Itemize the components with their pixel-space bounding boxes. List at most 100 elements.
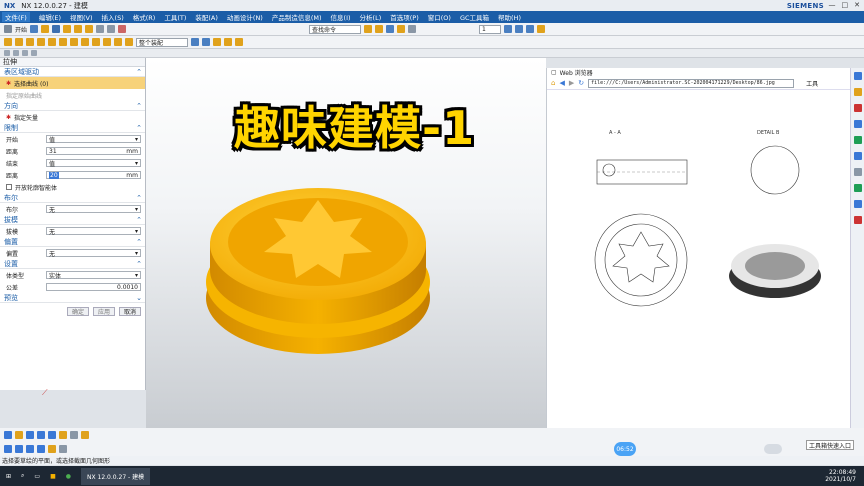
save-icon[interactable] xyxy=(52,25,61,33)
menu-help[interactable]: 帮助(H) xyxy=(498,12,521,22)
revolve-icon[interactable] xyxy=(15,38,23,46)
minimize-icon[interactable]: — xyxy=(829,1,836,9)
snap-mid-icon[interactable] xyxy=(22,50,28,56)
view-icon[interactable] xyxy=(386,25,395,33)
apply-button[interactable]: 应用 xyxy=(92,307,115,316)
datum-icon[interactable] xyxy=(202,38,210,46)
snap-end-icon[interactable] xyxy=(13,50,19,56)
end-select[interactable]: 值 ▾ xyxy=(46,159,141,168)
hole-icon[interactable] xyxy=(26,38,34,46)
menu-info[interactable]: 信息(I) xyxy=(331,12,351,22)
chamfer-icon[interactable] xyxy=(103,38,111,46)
section-limits[interactable]: 限制 ⌃ xyxy=(0,123,145,133)
menu-insert[interactable]: 插入(S) xyxy=(102,12,124,22)
sketch-line-icon[interactable] xyxy=(4,445,12,453)
tolerance-input[interactable]: 0.0010 xyxy=(46,283,141,291)
start-icon[interactable]: ⊞ xyxy=(6,473,11,480)
dimension-icon[interactable] xyxy=(48,445,56,453)
delete-icon[interactable] xyxy=(118,25,127,33)
sketch-icon[interactable] xyxy=(191,38,199,46)
menu-pmi[interactable]: 产品制造信息(M) xyxy=(272,12,322,22)
close-icon[interactable]: ✕ xyxy=(854,1,860,9)
maximize-icon[interactable]: □ xyxy=(842,1,849,9)
forward-icon[interactable]: ▶ xyxy=(569,79,574,87)
url-field[interactable]: file:///C:/Users/Administrator.SC-202004… xyxy=(588,78,795,88)
constraint-icon[interactable] xyxy=(853,104,862,112)
shade-icon[interactable] xyxy=(397,25,406,33)
menu-gc-toolbox[interactable]: GC工具箱 xyxy=(460,12,489,22)
pocket-icon[interactable] xyxy=(48,38,56,46)
menu-file[interactable]: 文件(F) xyxy=(2,12,30,22)
toolbox-entry-icon[interactable] xyxy=(764,444,782,454)
menu-edit[interactable]: 编辑(E) xyxy=(39,12,61,22)
sketch-arc-icon[interactable] xyxy=(15,445,23,453)
navigator-icon[interactable] xyxy=(853,72,862,80)
ok-button[interactable]: 确定 xyxy=(66,307,89,316)
task-view-icon[interactable]: ▭ xyxy=(34,473,40,480)
taskbar-nx-item[interactable]: NX 12.0.0.27 - 建模 xyxy=(81,467,151,485)
clock[interactable]: 22:08:49 2021/10/7 xyxy=(825,469,856,483)
block-icon[interactable] xyxy=(74,25,83,33)
command-finder[interactable]: 查找命令 xyxy=(309,24,362,34)
sketch-rect-icon[interactable] xyxy=(37,445,45,453)
section-profile[interactable]: 表区域驱动 ⌃ xyxy=(0,67,145,77)
section-direction[interactable]: 方向 ⌃ xyxy=(0,101,145,111)
end-distance-input[interactable]: 20 mm xyxy=(46,171,141,179)
view-right-icon[interactable] xyxy=(526,25,535,33)
open-profile-checkbox[interactable] xyxy=(6,184,12,190)
measure-icon[interactable] xyxy=(70,431,78,439)
section-settings[interactable]: 设置 ⌃ xyxy=(0,259,145,269)
mirror-icon[interactable] xyxy=(224,38,232,46)
color-icon[interactable] xyxy=(81,431,89,439)
distance-input[interactable]: 31 mm xyxy=(46,147,141,155)
section-draft[interactable]: 拔模 ⌃ xyxy=(0,215,145,225)
vector-row[interactable]: ✱ 指定矢量 xyxy=(0,111,145,123)
menu-assembly[interactable]: 装配(A) xyxy=(195,12,218,22)
menu-icon[interactable] xyxy=(4,25,12,33)
render-style-icon[interactable] xyxy=(15,431,23,439)
pattern-icon[interactable] xyxy=(213,38,221,46)
tools-menu[interactable]: 工具 xyxy=(806,79,818,88)
rotate-icon[interactable] xyxy=(48,431,56,439)
assembly-nav-icon[interactable] xyxy=(853,88,862,96)
extrude-icon[interactable] xyxy=(4,38,12,46)
roles-icon[interactable] xyxy=(853,200,862,208)
search-icon[interactable]: ⌕ xyxy=(21,472,24,480)
select-curve-row[interactable]: ✱ 选择曲线 (0) xyxy=(0,77,145,89)
menu-animation[interactable]: 动画设计(N) xyxy=(227,12,263,22)
new-icon[interactable] xyxy=(30,25,39,33)
boolean-select[interactable]: 无 ▾ xyxy=(46,205,141,214)
home-icon[interactable]: ⌂ xyxy=(551,79,555,87)
explorer-icon[interactable]: ■ xyxy=(50,473,56,480)
trim-icon[interactable] xyxy=(235,38,243,46)
start-select[interactable]: 值 ▾ xyxy=(46,135,141,144)
offset-select[interactable]: 无 ▾ xyxy=(46,249,141,258)
cancel-button[interactable]: 取消 xyxy=(118,307,141,316)
view-top-icon[interactable] xyxy=(515,25,524,33)
edge-blend-icon[interactable] xyxy=(92,38,100,46)
menu-tools[interactable]: 工具(T) xyxy=(164,12,186,22)
zoom-icon[interactable] xyxy=(26,431,34,439)
start-button[interactable]: 开始 xyxy=(15,25,27,34)
history-icon[interactable] xyxy=(853,152,862,160)
system-materials-icon[interactable] xyxy=(853,168,862,176)
menu-view[interactable]: 视图(V) xyxy=(70,12,93,22)
refresh-icon[interactable]: ↻ xyxy=(578,79,584,87)
section-boolean[interactable]: 布尔 ⌃ xyxy=(0,193,145,203)
web-browser-icon[interactable] xyxy=(853,184,862,192)
intersect-icon[interactable] xyxy=(81,38,89,46)
render-icon[interactable] xyxy=(537,25,546,33)
fillet-icon[interactable] xyxy=(375,25,384,33)
section-offset[interactable]: 偏置 ⌃ xyxy=(0,237,145,247)
part-icon[interactable] xyxy=(63,25,72,33)
view-orient-icon[interactable] xyxy=(4,431,12,439)
subtract-icon[interactable] xyxy=(70,38,78,46)
menu-window[interactable]: 窗口(O) xyxy=(428,12,451,22)
body-type-select[interactable]: 实体 ▾ xyxy=(46,271,141,280)
open-profile-row[interactable]: 开放轮廓智能体 xyxy=(0,181,145,193)
section-preview[interactable]: 预览 ⌄ xyxy=(0,293,145,303)
snap-icon[interactable] xyxy=(364,25,373,33)
view-front-icon[interactable] xyxy=(504,25,513,33)
chrome-icon[interactable]: ● xyxy=(66,473,71,480)
layer-select[interactable]: 1 xyxy=(479,24,502,34)
